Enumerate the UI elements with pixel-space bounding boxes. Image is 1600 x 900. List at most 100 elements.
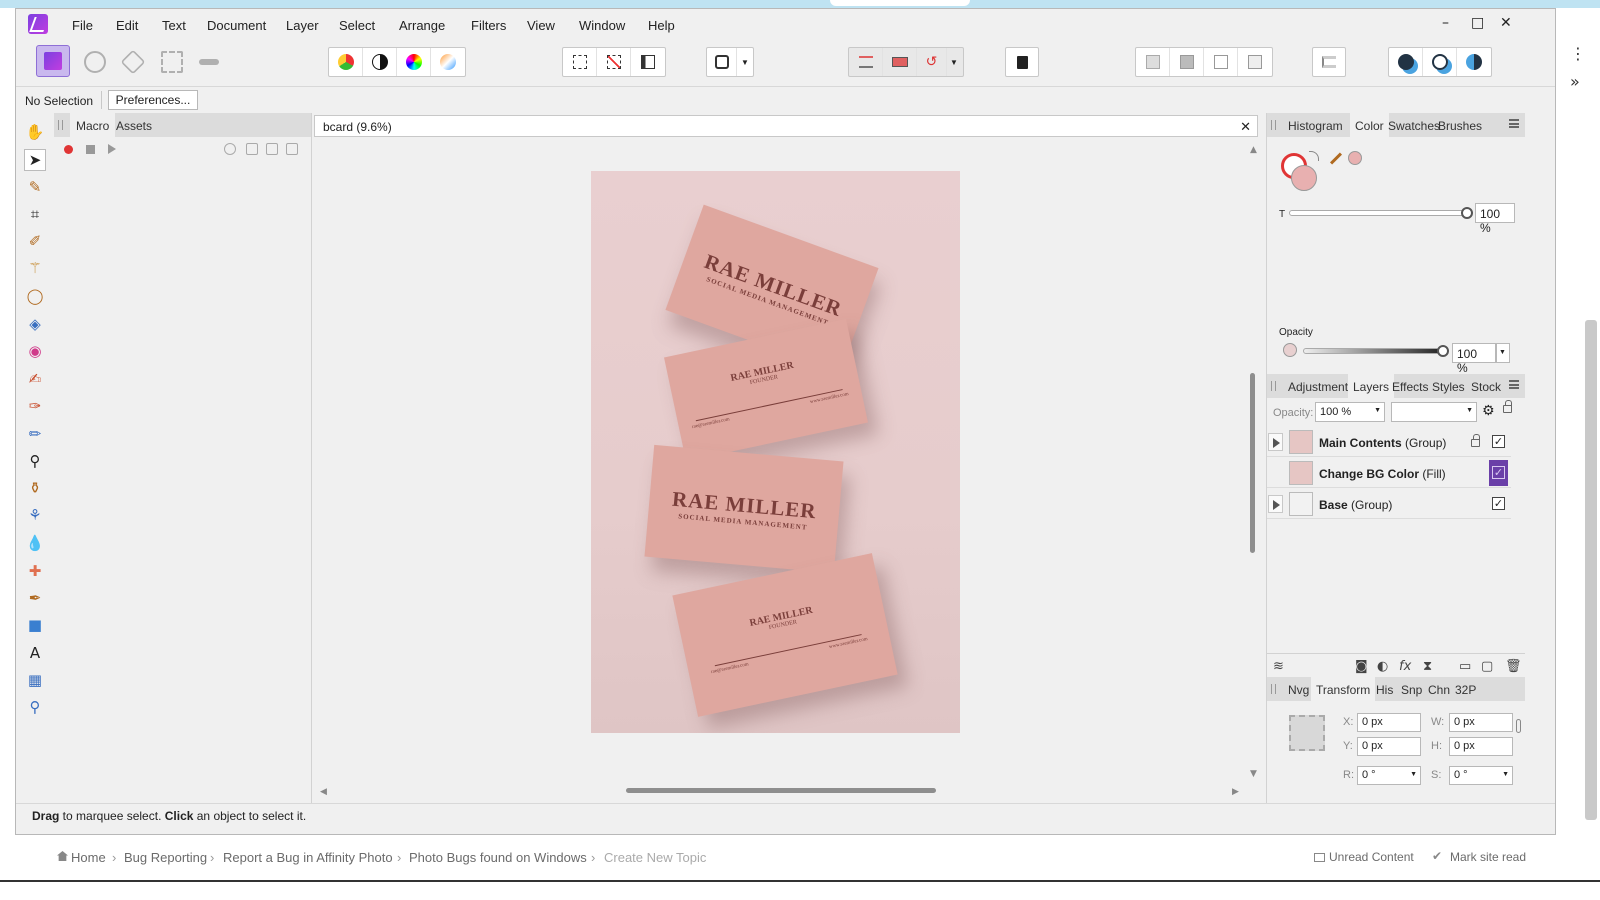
w-field[interactable]: 0 px xyxy=(1449,713,1513,732)
minimize-button[interactable]: – xyxy=(1442,15,1449,31)
snapping-button[interactable] xyxy=(849,48,883,76)
move-tool-icon[interactable]: ➤ xyxy=(24,149,46,171)
picked-color-swatch[interactable] xyxy=(1348,151,1362,165)
move-to-back-button[interactable] xyxy=(1136,48,1170,76)
mask-layer-icon[interactable]: ◙ xyxy=(1355,659,1368,674)
fx-icon[interactable]: fx xyxy=(1399,659,1411,674)
shear-field[interactable]: 0 ° ▼ xyxy=(1449,766,1513,785)
color-picker-tool-icon[interactable]: ✎ xyxy=(24,176,46,198)
menu-arrange[interactable]: Arrange xyxy=(399,18,445,33)
blend-mode-dropdown[interactable]: ▼ xyxy=(1391,402,1477,422)
selection-brush-tool-icon[interactable]: ✐ xyxy=(24,230,46,252)
hsl-button[interactable] xyxy=(397,48,431,76)
horizontal-scrollbar[interactable] xyxy=(626,788,936,793)
zoom-tool-icon[interactable]: ⚲ xyxy=(24,696,46,718)
menu-edit[interactable]: Edit xyxy=(116,18,138,33)
export-macro-icon[interactable] xyxy=(266,143,278,155)
intersect-button[interactable] xyxy=(1457,48,1491,76)
expand-sidebar-icon[interactable]: » xyxy=(1570,72,1580,91)
tab-histogram[interactable]: Histogram xyxy=(1283,113,1348,137)
smudge-brush-tool-icon[interactable]: ⚘ xyxy=(24,504,46,526)
close-window-button[interactable]: ✕ xyxy=(1500,15,1512,31)
tone-mapping-persona-icon[interactable] xyxy=(161,51,183,73)
develop-persona-icon[interactable] xyxy=(120,49,146,75)
visibility-checkbox[interactable]: ✓ xyxy=(1492,497,1505,510)
y-field[interactable]: 0 px xyxy=(1357,737,1421,756)
menu-document[interactable]: Document xyxy=(207,18,266,33)
menu-text[interactable]: Text xyxy=(162,18,186,33)
trash-icon[interactable]: 🗑 xyxy=(1505,659,1522,674)
gear-icon[interactable]: ⚙ xyxy=(1482,403,1495,419)
healing-brush-tool-icon[interactable]: ✚ xyxy=(24,560,46,582)
deselect-button[interactable] xyxy=(597,48,631,76)
reset-icon[interactable] xyxy=(224,143,236,155)
new-group-icon[interactable]: ▭ xyxy=(1459,659,1471,674)
panel-grip-icon[interactable] xyxy=(1271,120,1276,130)
add-to-library-icon[interactable] xyxy=(286,143,298,155)
tab-assets[interactable]: Assets xyxy=(110,113,158,137)
document-tab[interactable]: bcard (9.6%) ✕ xyxy=(314,115,1258,137)
menu-filters[interactable]: Filters xyxy=(471,18,506,33)
scroll-up-icon[interactable]: ▲ xyxy=(1250,145,1257,155)
canvas-image[interactable]: RAE MILLER SOCIAL MEDIA MANAGEMENT RAE M… xyxy=(591,171,960,733)
swap-colors-icon[interactable] xyxy=(1309,151,1319,161)
tab-styles[interactable]: Styles xyxy=(1427,374,1470,398)
layer-opacity-field[interactable]: 100 % ▼ xyxy=(1315,402,1385,422)
layer-row[interactable]: Change BG Color (Fill) ✓ xyxy=(1267,458,1511,488)
panel-grip-icon[interactable] xyxy=(1271,381,1276,391)
scroll-down-icon[interactable]: ▼ xyxy=(1250,769,1257,779)
panel-grip-icon[interactable] xyxy=(58,120,63,130)
tab-navigator[interactable]: Nvg xyxy=(1283,677,1314,701)
mesh-warp-tool-icon[interactable]: ▦ xyxy=(24,669,46,691)
clone-brush-tool-icon[interactable]: ⚱ xyxy=(24,477,46,499)
visibility-checkbox[interactable]: ✓ xyxy=(1492,466,1505,479)
h-field[interactable]: 0 px xyxy=(1449,737,1513,756)
play-icon[interactable] xyxy=(108,144,116,154)
erase-brush-tool-icon[interactable]: ✏ xyxy=(24,423,46,445)
tab-adjustment[interactable]: Adjustment xyxy=(1283,374,1353,398)
rectangle-tool-icon[interactable]: ■ xyxy=(24,614,46,636)
opacity-value[interactable]: 100 % xyxy=(1452,343,1496,375)
menu-window[interactable]: Window xyxy=(579,18,625,33)
x-field[interactable]: 0 px xyxy=(1357,713,1421,732)
subtract-button[interactable] xyxy=(1423,48,1457,76)
tint-slider-knob[interactable] xyxy=(1461,207,1473,219)
pen-tool-icon[interactable]: ✒ xyxy=(24,587,46,609)
new-layer-icon[interactable]: ▢ xyxy=(1481,659,1493,674)
flood-select-tool-icon[interactable]: ⚚ xyxy=(24,257,46,279)
layer-row[interactable]: Main Contents (Group) ✓ xyxy=(1267,427,1511,457)
panel-grip-icon[interactable] xyxy=(1271,684,1276,694)
color-replacement-tool-icon[interactable]: ✑ xyxy=(24,395,46,417)
menu-file[interactable]: File xyxy=(72,18,93,33)
rotate-button[interactable]: ↺ xyxy=(917,48,947,76)
snapping-dropdown[interactable]: ▼ xyxy=(947,48,961,76)
tab-macro[interactable]: Macro xyxy=(70,113,116,137)
opacity-dropdown[interactable]: ▼ xyxy=(1496,343,1510,363)
more-options-icon[interactable]: ⋮ xyxy=(1570,44,1586,63)
unread-content-link[interactable]: Unread Content xyxy=(1329,850,1414,864)
live-filter-icon[interactable]: ⧗ xyxy=(1423,659,1432,674)
quick-mask-dropdown[interactable]: ▼ xyxy=(737,48,753,76)
rotation-field[interactable]: 0 ° ▼ xyxy=(1357,766,1421,785)
move-to-front-button[interactable] xyxy=(1238,48,1272,76)
vertical-scrollbar[interactable] xyxy=(1250,373,1255,553)
breadcrumb-home[interactable]: Home xyxy=(71,850,106,865)
photo-persona-button[interactable] xyxy=(36,45,70,77)
blur-brush-tool-icon[interactable]: 💧 xyxy=(24,532,46,554)
tab-history[interactable]: His xyxy=(1371,677,1398,701)
align-button[interactable] xyxy=(1313,48,1345,76)
menu-view[interactable]: View xyxy=(527,18,555,33)
move-forward-button[interactable] xyxy=(1204,48,1238,76)
tab-transform[interactable]: Transform xyxy=(1311,677,1376,701)
tint-slider[interactable] xyxy=(1289,210,1471,216)
marquee-select-button[interactable] xyxy=(563,48,597,76)
invert-selection-button[interactable] xyxy=(631,48,665,76)
dodge-brush-tool-icon[interactable]: ⚲ xyxy=(24,450,46,472)
page-scrollbar[interactable] xyxy=(1585,320,1597,820)
force-pixel-button[interactable] xyxy=(883,48,917,76)
add-button[interactable] xyxy=(1389,48,1423,76)
breadcrumb-report-bug[interactable]: Report a Bug in Affinity Photo xyxy=(223,850,393,865)
macro-settings-icon[interactable] xyxy=(246,143,258,155)
crop-tool-icon[interactable]: ⌗ xyxy=(24,203,46,225)
scroll-right-icon[interactable]: ▶ xyxy=(1232,787,1239,797)
